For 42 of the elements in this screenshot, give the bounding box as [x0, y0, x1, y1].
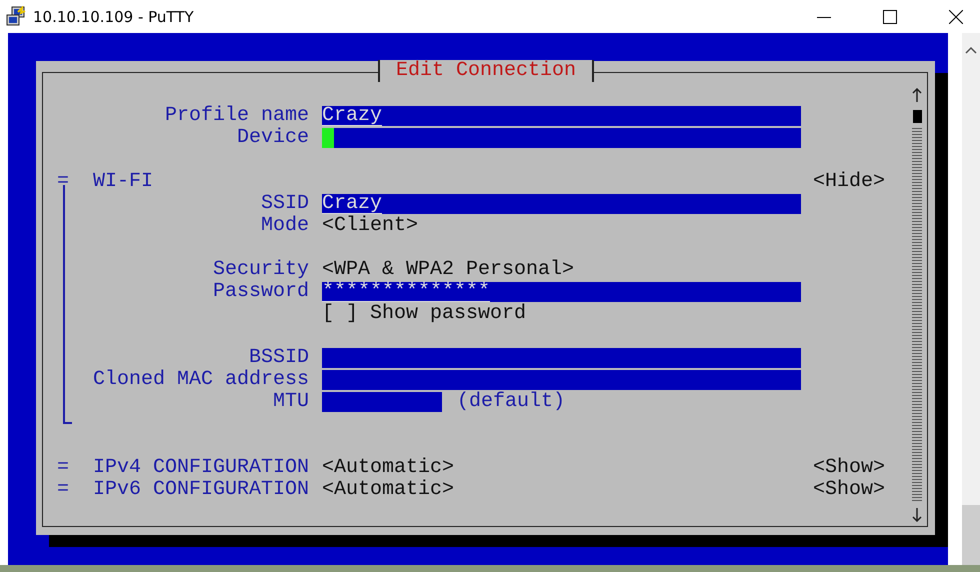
show-password-checkbox[interactable]: [ ] Show password: [322, 303, 526, 325]
section-marker: =: [57, 479, 70, 501]
field-label: BSSID: [248, 346, 309, 369]
section-marker: =: [57, 457, 70, 479]
window-title: 10.10.10.109 - PuTTY: [33, 8, 194, 26]
scroll-thumb[interactable]: [912, 110, 922, 123]
input-field[interactable]: **************: [322, 282, 801, 302]
down-arrow-icon[interactable]: [912, 508, 922, 522]
field-label: Cloned MAC address: [93, 368, 310, 391]
close-icon[interactable]: [949, 10, 963, 24]
section-marker: =: [57, 171, 70, 193]
input-field[interactable]: [322, 128, 801, 148]
dropdown-value[interactable]: <WPA & WPA2 Personal>: [322, 259, 574, 281]
computers-icon: [5, 6, 27, 28]
section-toggle[interactable]: <Show>: [813, 479, 885, 501]
field-label: SSID: [260, 192, 309, 215]
section-value[interactable]: <Automatic>: [322, 479, 454, 501]
section-title: IPv4 CONFIGURATION: [93, 457, 309, 479]
section-toggle[interactable]: <Hide>: [813, 171, 885, 193]
section-value[interactable]: <Automatic>: [322, 457, 454, 479]
up-chevron-icon[interactable]: [965, 46, 977, 54]
scroll-thumb[interactable]: [962, 505, 980, 565]
input-field[interactable]: [322, 392, 442, 412]
dropdown-value[interactable]: <Client>: [322, 215, 418, 237]
maximize-icon[interactable]: [883, 10, 897, 24]
field-hint: (default): [457, 391, 566, 413]
field-label: Profile name: [164, 105, 309, 127]
section-toggle[interactable]: <Show>: [813, 457, 885, 479]
field-label: Password: [212, 280, 309, 303]
up-arrow-icon[interactable]: [912, 88, 922, 102]
field-label: Mode: [260, 214, 309, 237]
dialog-title: Edit Connection: [378, 60, 594, 82]
section-title: IPv6 CONFIGURATION: [93, 479, 309, 501]
field-label: Device: [236, 127, 309, 149]
field-label: MTU: [272, 390, 309, 413]
field-label: Security: [212, 258, 309, 281]
window-scrollbar[interactable]: [962, 33, 980, 565]
section-title: WI-FI: [93, 171, 154, 193]
input-field[interactable]: Crazy: [322, 194, 801, 214]
input-field[interactable]: [322, 370, 801, 390]
input-field[interactable]: Crazy: [322, 106, 801, 126]
input-field[interactable]: [322, 348, 801, 368]
